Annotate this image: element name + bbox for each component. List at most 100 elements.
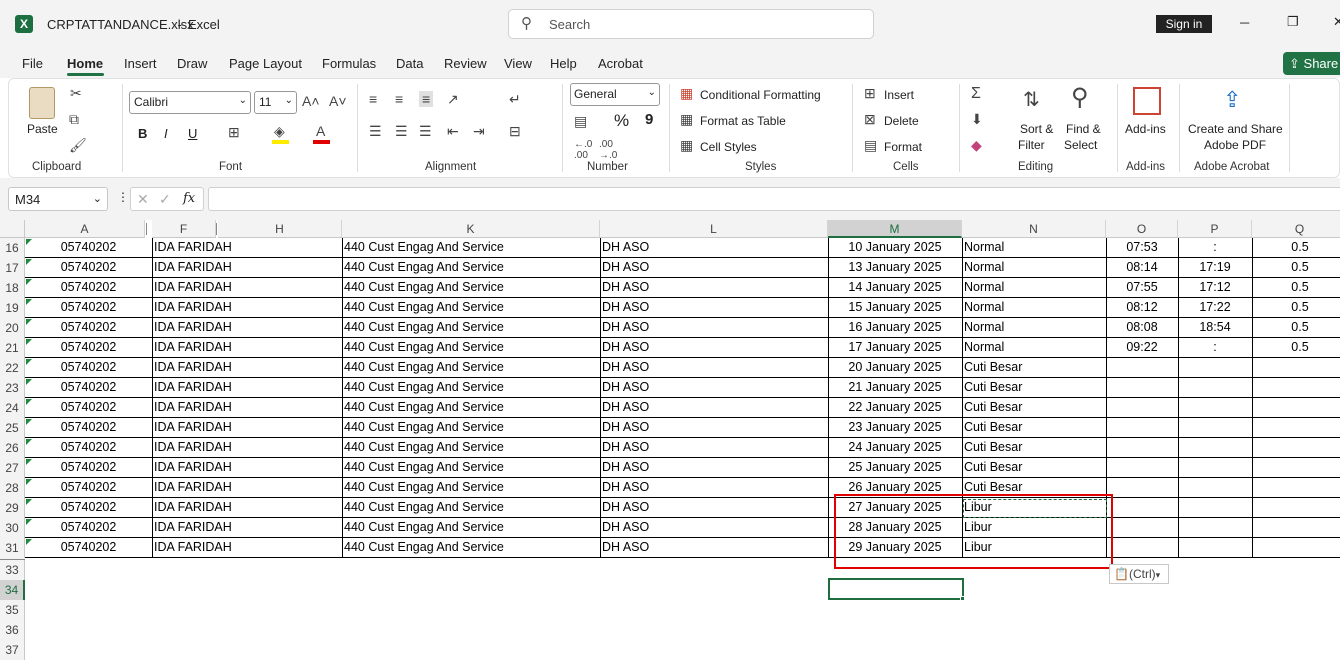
row-header[interactable]: 25 (0, 418, 25, 438)
cell-l[interactable]: DH ASO (600, 538, 828, 558)
column-header[interactable]: Q (1252, 220, 1340, 238)
paste-options-button[interactable]: 📋(Ctrl)▾ (1109, 564, 1169, 584)
cell-o[interactable] (1106, 538, 1178, 558)
fill-icon[interactable]: ⬇ (971, 111, 983, 128)
cell-k[interactable]: 440 Cust Engag And Service (342, 258, 600, 278)
number-format-select[interactable]: General ⌄ (570, 83, 660, 106)
cell-m[interactable]: 14 January 2025 (828, 278, 962, 298)
cell-m[interactable]: 15 January 2025 (828, 298, 962, 318)
cell-n[interactable]: Cuti Besar (962, 458, 1106, 478)
cell-m[interactable]: 13 January 2025 (828, 258, 962, 278)
clear-icon[interactable]: ◆ (971, 137, 982, 154)
cell-o[interactable]: 08:14 (1106, 258, 1178, 278)
insert-cells-button[interactable]: Insert (884, 88, 914, 102)
cell-p[interactable] (1178, 358, 1252, 378)
add-ins-button[interactable]: Add-ins (1125, 122, 1166, 136)
cell-k[interactable]: 440 Cust Engag And Service (342, 238, 600, 258)
cell-a[interactable]: 05740202 (25, 358, 152, 378)
close-button[interactable]: ✕ (1333, 14, 1340, 30)
row-header[interactable]: 16 (0, 238, 25, 258)
cell-n[interactable]: Cuti Besar (962, 398, 1106, 418)
font-name-select[interactable]: Calibri ⌄ (129, 91, 251, 114)
row-header[interactable]: 24 (0, 398, 25, 418)
cell-a[interactable]: 05740202 (25, 278, 152, 298)
column-header[interactable]: N (962, 220, 1106, 238)
row-header[interactable]: 23 (0, 378, 25, 398)
cell-p[interactable] (1178, 378, 1252, 398)
cell-l[interactable]: DH ASO (600, 378, 828, 398)
cell-q[interactable] (1252, 538, 1340, 558)
increase-decimal-icon[interactable]: ←.0.00 (574, 139, 592, 161)
conditional-formatting-button[interactable]: Conditional Formatting (700, 88, 821, 102)
cell-l[interactable]: DH ASO (600, 458, 828, 478)
row-header[interactable]: 20 (0, 318, 25, 338)
tab-acrobat[interactable]: Acrobat (598, 56, 643, 71)
cell-a[interactable]: 05740202 (25, 438, 152, 458)
column-header[interactable]: P (1178, 220, 1252, 238)
cell-l[interactable]: DH ASO (600, 238, 828, 258)
cancel-icon[interactable]: ✕ (137, 191, 149, 208)
cell-n[interactable]: Normal (962, 338, 1106, 358)
cell-l[interactable]: DH ASO (600, 258, 828, 278)
cut-icon[interactable]: ✂ (70, 85, 82, 102)
create-share-pdf-label-1[interactable]: Create and Share (1188, 122, 1283, 136)
cell-f[interactable]: IDA FARIDAH (152, 298, 342, 318)
worksheet-grid[interactable]: AFHKLMNOPQ 16 17 18 19 20 21 22 23 24 25 26 27 28 29 3… (0, 220, 1340, 662)
cell-o[interactable] (1106, 438, 1178, 458)
cell-q[interactable] (1252, 358, 1340, 378)
cell-a[interactable]: 05740202 (25, 478, 152, 498)
comma-button[interactable]: 9 (645, 111, 653, 128)
cell-q[interactable] (1252, 398, 1340, 418)
cell-n[interactable]: Normal (962, 278, 1106, 298)
cell-f[interactable]: IDA FARIDAH (152, 258, 342, 278)
column-header[interactable]: O (1106, 220, 1178, 238)
cell-l[interactable]: DH ASO (600, 438, 828, 458)
row-header[interactable]: 30 (0, 518, 25, 538)
cell-n[interactable]: Cuti Besar (962, 378, 1106, 398)
autosum-icon[interactable]: Σ (971, 85, 981, 103)
cell-n[interactable]: Normal (962, 238, 1106, 258)
cell-l[interactable]: DH ASO (600, 418, 828, 438)
cell-a[interactable]: 05740202 (25, 398, 152, 418)
cell-l[interactable]: DH ASO (600, 498, 828, 518)
cell-a[interactable]: 05740202 (25, 518, 152, 538)
delete-cells-button[interactable]: Delete (884, 114, 919, 128)
cell-a[interactable]: 05740202 (25, 238, 152, 258)
cell-p[interactable] (1178, 498, 1252, 518)
cell-k[interactable]: 440 Cust Engag And Service (342, 478, 600, 498)
cell-o[interactable] (1106, 518, 1178, 538)
cell-k[interactable]: 440 Cust Engag And Service (342, 338, 600, 358)
column-header[interactable]: F (152, 220, 216, 238)
increase-font-icon[interactable]: A˄ (302, 93, 320, 109)
row-header[interactable]: 26 (0, 438, 25, 458)
cell-q[interactable]: 0.5 (1252, 258, 1340, 278)
tab-data[interactable]: Data (396, 56, 423, 71)
cell-k[interactable]: 440 Cust Engag And Service (342, 498, 600, 518)
cell-l[interactable]: DH ASO (600, 478, 828, 498)
tab-review[interactable]: Review (444, 56, 487, 71)
format-as-table-button[interactable]: Format as Table (700, 114, 786, 128)
cell-f[interactable]: IDA FARIDAH (152, 358, 342, 378)
copy-icon[interactable]: ⧉ (69, 111, 79, 128)
format-painter-icon[interactable]: 🖌 (69, 137, 87, 154)
name-box[interactable]: M34 ⌄ (8, 187, 108, 211)
cell-k[interactable]: 440 Cust Engag And Service (342, 538, 600, 558)
cell-l[interactable]: DH ASO (600, 278, 828, 298)
cell-p[interactable] (1178, 438, 1252, 458)
cell-a[interactable]: 05740202 (25, 318, 152, 338)
decrease-font-icon[interactable]: A˅ (329, 93, 347, 109)
enter-icon[interactable]: ✓ (159, 191, 171, 208)
formula-input[interactable] (208, 187, 1340, 211)
cell-p[interactable] (1178, 518, 1252, 538)
row-header[interactable]: 17 (0, 258, 25, 278)
cell-n[interactable]: Normal (962, 298, 1106, 318)
cell-m[interactable]: 23 January 2025 (828, 418, 962, 438)
cell-m[interactable]: 24 January 2025 (828, 438, 962, 458)
cell-f[interactable]: IDA FARIDAH (152, 438, 342, 458)
align-middle-icon[interactable]: ≡ (395, 91, 403, 107)
decrease-indent-icon[interactable]: ⇤ (447, 123, 459, 140)
cell-m[interactable]: 17 January 2025 (828, 338, 962, 358)
cell-k[interactable]: 440 Cust Engag And Service (342, 418, 600, 438)
tab-draw[interactable]: Draw (177, 56, 207, 71)
cell-q[interactable]: 0.5 (1252, 238, 1340, 258)
